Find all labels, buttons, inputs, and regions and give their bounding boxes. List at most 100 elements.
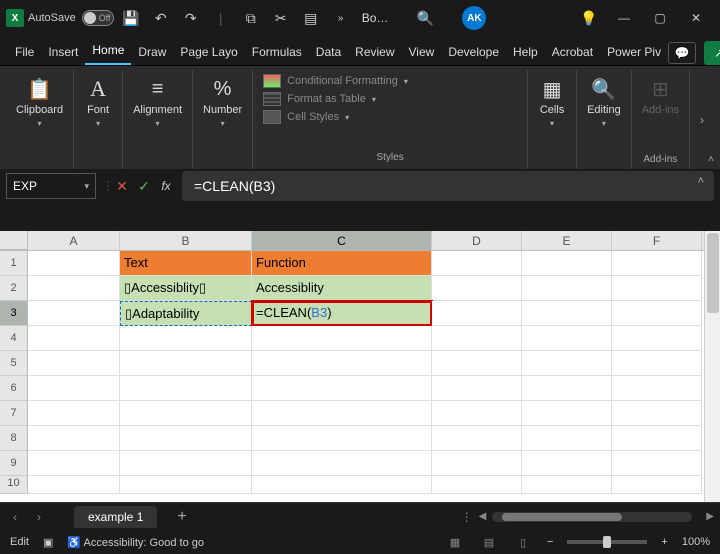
col-header-a[interactable]: A — [28, 231, 120, 250]
enter-formula-button[interactable]: ✓ — [134, 175, 154, 197]
cell-a10[interactable] — [28, 476, 120, 494]
cell-d3[interactable] — [432, 301, 522, 326]
cell-d2[interactable] — [432, 276, 522, 301]
cancel-formula-button[interactable]: ✕ — [112, 175, 132, 197]
col-header-f[interactable]: F — [612, 231, 702, 250]
alignment-button[interactable]: ≡ Alignment ▾ — [133, 72, 182, 128]
vertical-scrollbar[interactable] — [704, 231, 720, 502]
editing-button[interactable]: 🔍 Editing ▾ — [587, 72, 621, 128]
cell-e5[interactable] — [522, 351, 612, 376]
number-button[interactable]: % Number ▾ — [203, 72, 242, 128]
cell-f2[interactable] — [612, 276, 702, 301]
row-header-1[interactable]: 1 — [0, 251, 28, 276]
tab-acrobat[interactable]: Acrobat — [545, 41, 600, 65]
expand-formula-icon[interactable]: ˄ — [698, 175, 704, 187]
horizontal-scroll-thumb[interactable] — [502, 513, 622, 521]
cell-a3[interactable] — [28, 301, 120, 326]
save-icon[interactable]: 💾 — [118, 5, 144, 31]
undo-icon[interactable]: ↶ — [148, 5, 174, 31]
cell-c5[interactable] — [252, 351, 432, 376]
user-avatar[interactable]: AK — [462, 6, 486, 30]
tab-formulas[interactable]: Formulas — [245, 41, 309, 65]
cell-b7[interactable] — [120, 401, 252, 426]
spreadsheet-grid[interactable]: A B C D E F 1 Text Function 2 ▯Accessibl… — [0, 231, 720, 502]
formula-input[interactable]: =CLEAN(B3) ˄ — [182, 171, 714, 201]
share-button[interactable]: ↗ — [704, 41, 720, 65]
row-header-10[interactable]: 10 — [0, 476, 28, 494]
cell-f3[interactable] — [612, 301, 702, 326]
sheet-next-button[interactable]: › — [30, 510, 48, 524]
row-header-4[interactable]: 4 — [0, 326, 28, 351]
cell-b9[interactable] — [120, 451, 252, 476]
sheet-prev-button[interactable]: ‹ — [6, 510, 24, 524]
name-box[interactable]: EXP ▾ — [6, 173, 96, 199]
view-page-layout-icon[interactable]: ▤ — [479, 536, 499, 549]
maximize-button[interactable]: ▢ — [642, 4, 678, 32]
cell-c9[interactable] — [252, 451, 432, 476]
clipboard-button[interactable]: 📋 Clipboard ▾ — [16, 72, 63, 128]
cell-e8[interactable] — [522, 426, 612, 451]
cell-e3[interactable] — [522, 301, 612, 326]
row-header-6[interactable]: 6 — [0, 376, 28, 401]
cell-f5[interactable] — [612, 351, 702, 376]
row-header-7[interactable]: 7 — [0, 401, 28, 426]
cell-e7[interactable] — [522, 401, 612, 426]
col-header-d[interactable]: D — [432, 231, 522, 250]
col-header-b[interactable]: B — [120, 231, 252, 250]
cell-a2[interactable] — [28, 276, 120, 301]
cell-f6[interactable] — [612, 376, 702, 401]
view-normal-icon[interactable]: ▦ — [445, 536, 465, 549]
cell-f10[interactable] — [612, 476, 702, 494]
cell-a9[interactable] — [28, 451, 120, 476]
zoom-out-button[interactable]: − — [547, 536, 553, 548]
autosave-toggle[interactable]: AutoSave Off — [28, 10, 114, 26]
cell-a5[interactable] — [28, 351, 120, 376]
paste-icon[interactable]: ▤ — [298, 5, 324, 31]
tab-developer[interactable]: Develope — [441, 41, 506, 65]
view-page-break-icon[interactable]: ▯ — [513, 536, 533, 549]
cell-c4[interactable] — [252, 326, 432, 351]
toggle-switch[interactable]: Off — [82, 10, 114, 26]
tab-view[interactable]: View — [402, 41, 442, 65]
cell-d1[interactable] — [432, 251, 522, 276]
cell-e6[interactable] — [522, 376, 612, 401]
qat-more-icon[interactable]: » — [328, 5, 354, 31]
cell-d8[interactable] — [432, 426, 522, 451]
cell-a8[interactable] — [28, 426, 120, 451]
cell-c7[interactable] — [252, 401, 432, 426]
tab-file[interactable]: File — [8, 41, 41, 65]
macro-record-icon[interactable]: ▣ — [43, 536, 53, 549]
cell-c3[interactable]: =CLEAN(B3) — [252, 301, 432, 326]
collapse-ribbon-button[interactable]: ˄ — [708, 154, 714, 165]
lightbulb-icon[interactable]: 💡 — [576, 5, 602, 31]
tab-insert[interactable]: Insert — [41, 41, 85, 65]
insert-function-button[interactable]: fx — [156, 175, 176, 197]
cell-c6[interactable] — [252, 376, 432, 401]
cell-d5[interactable] — [432, 351, 522, 376]
cell-c8[interactable] — [252, 426, 432, 451]
cell-f1[interactable] — [612, 251, 702, 276]
addins-button[interactable]: ⊞ Add-ins — [642, 72, 679, 116]
tab-help[interactable]: Help — [506, 41, 545, 65]
zoom-in-button[interactable]: + — [661, 536, 667, 548]
cell-f4[interactable] — [612, 326, 702, 351]
cell-d10[interactable] — [432, 476, 522, 494]
tab-page-layout[interactable]: Page Layo — [173, 41, 244, 65]
cut-icon[interactable]: ✂ — [268, 5, 294, 31]
comments-button[interactable]: 💬 — [668, 42, 696, 64]
cell-b3[interactable]: ▯Adaptability — [120, 301, 252, 326]
sheet-tab-active[interactable]: example 1 — [74, 506, 157, 528]
redo-icon[interactable]: ↷ — [178, 5, 204, 31]
cell-f9[interactable] — [612, 451, 702, 476]
cell-c2[interactable]: Accessiblity — [252, 276, 432, 301]
cell-b5[interactable] — [120, 351, 252, 376]
minimize-button[interactable]: — — [606, 4, 642, 32]
cell-e2[interactable] — [522, 276, 612, 301]
row-header-2[interactable]: 2 — [0, 276, 28, 301]
cell-b8[interactable] — [120, 426, 252, 451]
cell-d9[interactable] — [432, 451, 522, 476]
cells-button[interactable]: ▦ Cells ▾ — [538, 72, 566, 128]
tab-powerpivot[interactable]: Power Piv — [600, 41, 668, 65]
row-header-3[interactable]: 3 — [0, 301, 28, 326]
conditional-formatting-button[interactable]: Conditional Formatting ▾ — [263, 74, 517, 88]
